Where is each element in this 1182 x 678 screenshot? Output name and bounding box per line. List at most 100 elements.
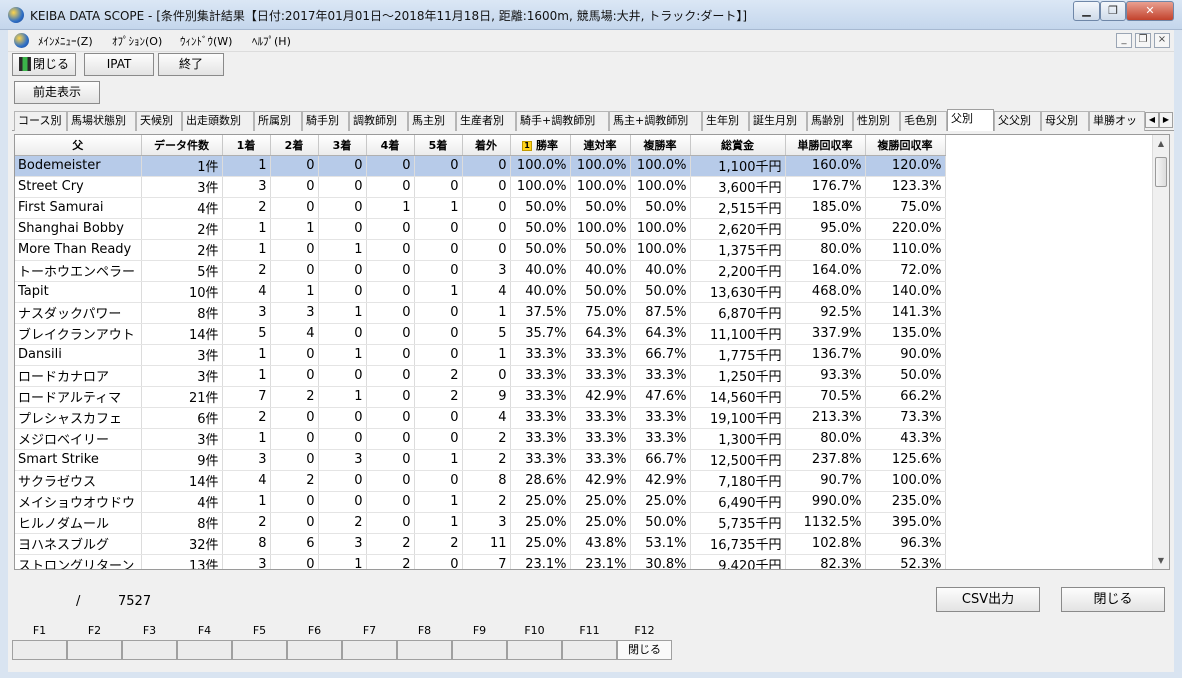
tab-track-condition[interactable]: 馬場状態別 xyxy=(67,111,136,131)
fkey-button-3[interactable] xyxy=(122,640,177,660)
minimize-button[interactable]: ▁ xyxy=(1073,1,1100,21)
fkey-button-8[interactable] xyxy=(397,640,452,660)
table-row[interactable]: Street Cry 3件 3 0 0 0 0 0 100.0% 100.0% 100.0% 3,60… xyxy=(15,176,946,198)
ipat-button[interactable]: IPAT xyxy=(84,53,154,76)
col-out[interactable]: 着外 xyxy=(462,135,511,156)
col-quinella-rate[interactable]: 連対率 xyxy=(570,135,631,156)
table-cell: 176.7% xyxy=(785,176,866,198)
csv-export-button[interactable]: CSV出力 xyxy=(936,587,1040,612)
table-row[interactable]: ストロングリターン 13件 3 0 1 2 0 7 23.1% 23.1% 30.8% 9,420千円… xyxy=(15,554,946,569)
fkey-button-11[interactable] xyxy=(562,640,617,660)
table-row[interactable]: ロードカナロア 3件 1 0 0 0 2 0 33.3% 33.3% 33.3% 1,250千円 93.… xyxy=(15,365,946,387)
table-cell: 50.0% xyxy=(865,365,946,387)
tab-jockey-trainer[interactable]: 騎手+調教師別 xyxy=(516,111,609,131)
table-cell: 125.6% xyxy=(865,449,946,471)
table-row[interactable]: ブレイクランアウト 14件 5 4 0 0 0 5 35.7% 64.3% 64.3% 11,100千… xyxy=(15,323,946,345)
tab-sire-sire[interactable]: 父父別 xyxy=(994,111,1041,131)
tab-birth-month[interactable]: 誕生月別 xyxy=(749,111,807,131)
table-row[interactable]: First Samurai 4件 2 0 0 1 1 0 50.0% 50.0% 50.0% 2,51… xyxy=(15,197,946,219)
tab-course[interactable]: コース別 xyxy=(14,111,67,131)
tab-affiliation[interactable]: 所属別 xyxy=(254,111,302,131)
fkey-button-6[interactable] xyxy=(287,640,342,660)
footer-close-button[interactable]: 閉じる xyxy=(1061,587,1165,612)
fkey-button-5[interactable] xyxy=(232,640,287,660)
vertical-scrollbar[interactable]: ▲ ▼ xyxy=(1152,135,1169,569)
table-row[interactable]: ナスダックパワー 8件 3 3 1 0 0 1 37.5% 75.0% 87.5% 6,870千円 92… xyxy=(15,302,946,324)
table-cell: 66.2% xyxy=(865,386,946,408)
table-row[interactable]: サクラゼウス 14件 4 2 0 0 0 8 28.6% 42.9% 42.9% 7,180千円 90.… xyxy=(15,470,946,492)
mdi-close-icon[interactable]: × xyxy=(1154,33,1170,48)
tab-trainer[interactable]: 調教師別 xyxy=(349,111,408,131)
tab-win-odds[interactable]: 単勝オッ xyxy=(1089,111,1145,131)
tab-owner-trainer[interactable]: 馬主+調教師別 xyxy=(609,111,702,131)
tab-breeder[interactable]: 生産者別 xyxy=(456,111,516,131)
table-row[interactable]: トーホウエンペラー 5件 2 0 0 0 0 3 40.0% 40.0% 40.0% 2,200千円 1… xyxy=(15,260,946,282)
close-window-button[interactable]: ✕ xyxy=(1126,1,1174,21)
col-1st[interactable]: 1着 xyxy=(222,135,271,156)
tab-coat[interactable]: 毛色別 xyxy=(900,111,947,131)
col-win-rate[interactable]: 1 勝率 xyxy=(510,135,571,156)
tab-scroll-right-icon[interactable]: ▶ xyxy=(1159,112,1173,128)
table-row[interactable]: More Than Ready 2件 1 0 1 0 0 0 50.0% 50.0% 100.0% 1… xyxy=(15,239,946,261)
col-sire[interactable]: 父 xyxy=(15,135,142,156)
fkey-button-2[interactable] xyxy=(67,640,122,660)
table-row[interactable]: ロードアルティマ 21件 7 2 1 0 2 9 33.3% 42.9% 47.6% 14,560千円… xyxy=(15,386,946,408)
tab-weather[interactable]: 天候別 xyxy=(136,111,182,131)
menu-main[interactable]: ﾒｲﾝﾒﾆｭｰ(Z) xyxy=(38,33,93,49)
tab-birth-year[interactable]: 生年別 xyxy=(702,111,749,131)
table-cell: 4件 xyxy=(141,197,223,219)
maximize-button[interactable]: ❐ xyxy=(1100,1,1126,21)
table-row[interactable]: プレシャスカフェ 6件 2 0 0 0 0 4 33.3% 33.3% 33.3% 19,100千円 2… xyxy=(15,407,946,429)
tab-jockey[interactable]: 騎手別 xyxy=(302,111,349,131)
table-row[interactable]: ヨハネスブルグ 32件 8 6 3 2 2 11 25.0% 43.8% 53.1% 16,735千円… xyxy=(15,533,946,555)
tab-sire[interactable]: 父別 xyxy=(947,109,994,131)
tab-sex[interactable]: 性別別 xyxy=(853,111,900,131)
col-prize[interactable]: 総賞金 xyxy=(690,135,786,156)
toolbar-close-button[interactable]: 閉じる xyxy=(12,53,76,76)
scroll-up-icon[interactable]: ▲ xyxy=(1153,135,1169,152)
fkey-button-1[interactable] xyxy=(12,640,67,660)
mdi-restore-icon[interactable]: ❐ xyxy=(1135,33,1151,48)
fkey-button-7[interactable] xyxy=(342,640,397,660)
fkey-button-9[interactable] xyxy=(452,640,507,660)
table-row[interactable]: メジロベイリー 3件 1 0 0 0 0 2 33.3% 33.3% 33.3% 1,300千円 80.… xyxy=(15,428,946,450)
menu-help[interactable]: ﾍﾙﾌﾟ(H) xyxy=(252,33,291,49)
fkey-button-12[interactable]: 閉じる xyxy=(617,640,672,660)
table-cell: 1 xyxy=(222,491,271,513)
exit-button[interactable]: 終了 xyxy=(158,53,224,76)
tab-dam-sire[interactable]: 母父別 xyxy=(1041,111,1089,131)
scroll-down-icon[interactable]: ▼ xyxy=(1153,552,1169,569)
table-row[interactable]: Shanghai Bobby 2件 1 1 0 0 0 0 50.0% 100.0% 100.0% 2… xyxy=(15,218,946,240)
col-3rd[interactable]: 3着 xyxy=(318,135,367,156)
table-row[interactable]: Bodemeister 1件 1 0 0 0 0 0 100.0% 100.0% 100.0% 1,1… xyxy=(15,155,946,177)
table-row[interactable]: メイショウオウドウ 4件 1 0 0 0 1 2 25.0% 25.0% 25.0% 6,490千円 9… xyxy=(15,491,946,513)
col-show-return[interactable]: 複勝回収率 xyxy=(865,135,946,156)
col-5th[interactable]: 5着 xyxy=(414,135,463,156)
col-count[interactable]: データ件数 xyxy=(141,135,223,156)
table-cell: 0 xyxy=(462,239,511,261)
tab-owner[interactable]: 馬主別 xyxy=(408,111,456,131)
scroll-thumb[interactable] xyxy=(1155,157,1167,187)
col-win-return[interactable]: 単勝回収率 xyxy=(785,135,866,156)
table-row[interactable]: ヒルノダムール 8件 2 0 2 0 1 3 25.0% 25.0% 50.0% 5,735千円 113… xyxy=(15,512,946,534)
col-show-rate[interactable]: 複勝率 xyxy=(630,135,691,156)
mdi-minimize-icon[interactable]: _ xyxy=(1116,33,1132,48)
fkey-button-10[interactable] xyxy=(507,640,562,660)
fkey-button-4[interactable] xyxy=(177,640,232,660)
previous-race-button[interactable]: 前走表示 xyxy=(14,81,100,104)
sire-name-cell: Dansili xyxy=(15,344,142,366)
results-table: 父 データ件数 1着 2着 3着 4着 5着 着外 1 勝率 連対率 複勝率 総賞… xyxy=(15,135,946,569)
table-row[interactable]: Tapit 10件 4 1 0 0 1 4 40.0% 50.0% 50.0% 13,630千円 468… xyxy=(15,281,946,303)
table-cell: 0 xyxy=(318,281,367,303)
table-row[interactable]: Smart Strike 9件 3 0 3 0 1 2 33.3% 33.3% 66.7% 12,50… xyxy=(15,449,946,471)
menu-options[interactable]: ｵﾌﾟｼｮﾝ(O) xyxy=(112,33,162,49)
col-4th[interactable]: 4着 xyxy=(366,135,415,156)
col-2nd[interactable]: 2着 xyxy=(270,135,319,156)
tab-scroll-left-icon[interactable]: ◀ xyxy=(1145,112,1159,128)
mdi-globe-icon[interactable] xyxy=(14,33,29,48)
menu-window[interactable]: ｳｨﾝﾄﾞｳ(W) xyxy=(180,33,232,49)
table-row[interactable]: Dansili 3件 1 0 1 0 0 1 33.3% 33.3% 66.7% 1,775千円 136… xyxy=(15,344,946,366)
table-cell: 50.0% xyxy=(570,197,631,219)
tab-field-size[interactable]: 出走頭数別 xyxy=(182,111,254,131)
tab-age[interactable]: 馬齢別 xyxy=(807,111,853,131)
